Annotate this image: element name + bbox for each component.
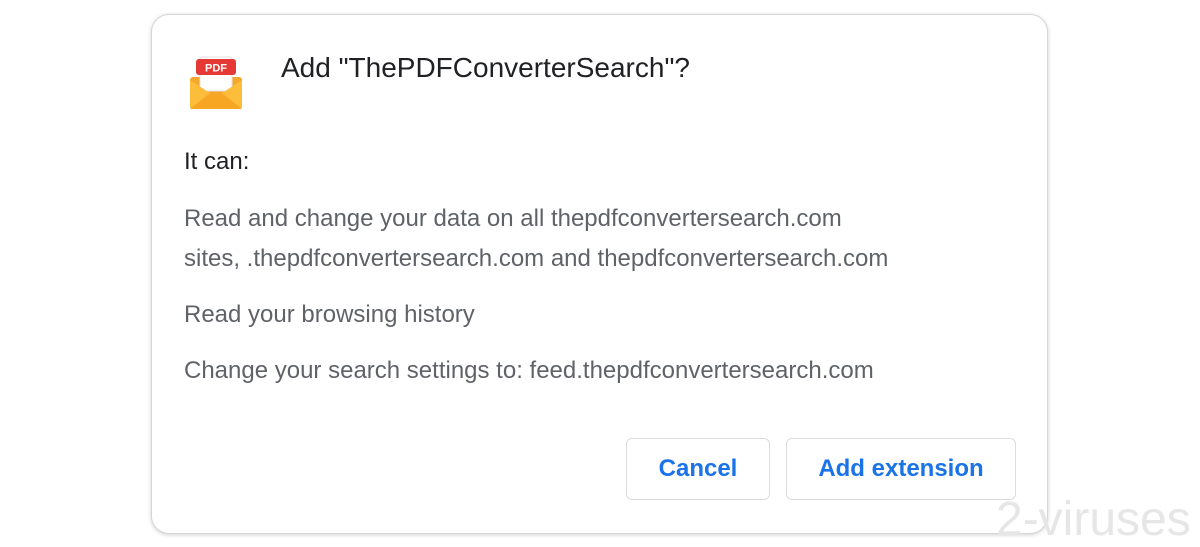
pdf-icon-label: PDF: [205, 63, 227, 75]
permission-line: Read and change your data on all thepdfc…: [184, 205, 842, 232]
permission-line: sites, .thepdfconvertersearch.com and th…: [184, 245, 889, 272]
permissions-intro: It can:: [184, 148, 250, 175]
cancel-button[interactable]: Cancel: [626, 438, 770, 500]
permission-item-search-settings: Change your search settings to: feed.the…: [184, 357, 874, 384]
permission-item-data-access: Read and change your data on all thepdfc…: [184, 199, 888, 279]
dialog-title: Add "ThePDFConverterSearch"?: [281, 52, 690, 83]
permission-item-history: Read your browsing history: [184, 301, 475, 328]
watermark: 2-viruses: [996, 493, 1191, 546]
add-extension-dialog: PDF Add "ThePDFConverterSearch"? It can:…: [151, 14, 1048, 534]
pdf-envelope-icon: PDF: [186, 55, 246, 111]
add-extension-button[interactable]: Add extension: [786, 438, 1016, 500]
